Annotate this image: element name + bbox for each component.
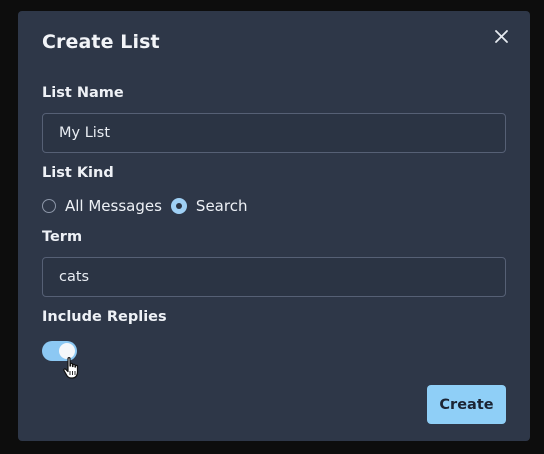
- list-name-label: List Name: [42, 85, 124, 101]
- include-replies-label: Include Replies: [42, 309, 167, 325]
- term-label: Term: [42, 229, 83, 245]
- close-icon: [495, 30, 508, 43]
- create-list-dialog: Create List List Name List Kind All Mess…: [18, 11, 530, 441]
- radio-all-messages-label: All Messages: [65, 197, 162, 215]
- list-kind-radio-group: All Messages Search: [42, 195, 247, 217]
- list-kind-label: List Kind: [42, 165, 114, 181]
- term-input[interactable]: [42, 257, 506, 297]
- include-replies-toggle[interactable]: [42, 341, 77, 361]
- create-button[interactable]: Create: [427, 385, 506, 424]
- toggle-knob: [59, 343, 75, 359]
- dialog-title: Create List: [42, 31, 160, 53]
- list-name-input[interactable]: [42, 113, 506, 153]
- radio-all-messages[interactable]: All Messages: [42, 197, 162, 215]
- radio-search[interactable]: Search: [170, 197, 248, 215]
- radio-checked-icon: [170, 198, 187, 214]
- close-button[interactable]: [490, 25, 514, 49]
- radio-search-label: Search: [195, 197, 248, 215]
- radio-unchecked-icon: [42, 199, 56, 213]
